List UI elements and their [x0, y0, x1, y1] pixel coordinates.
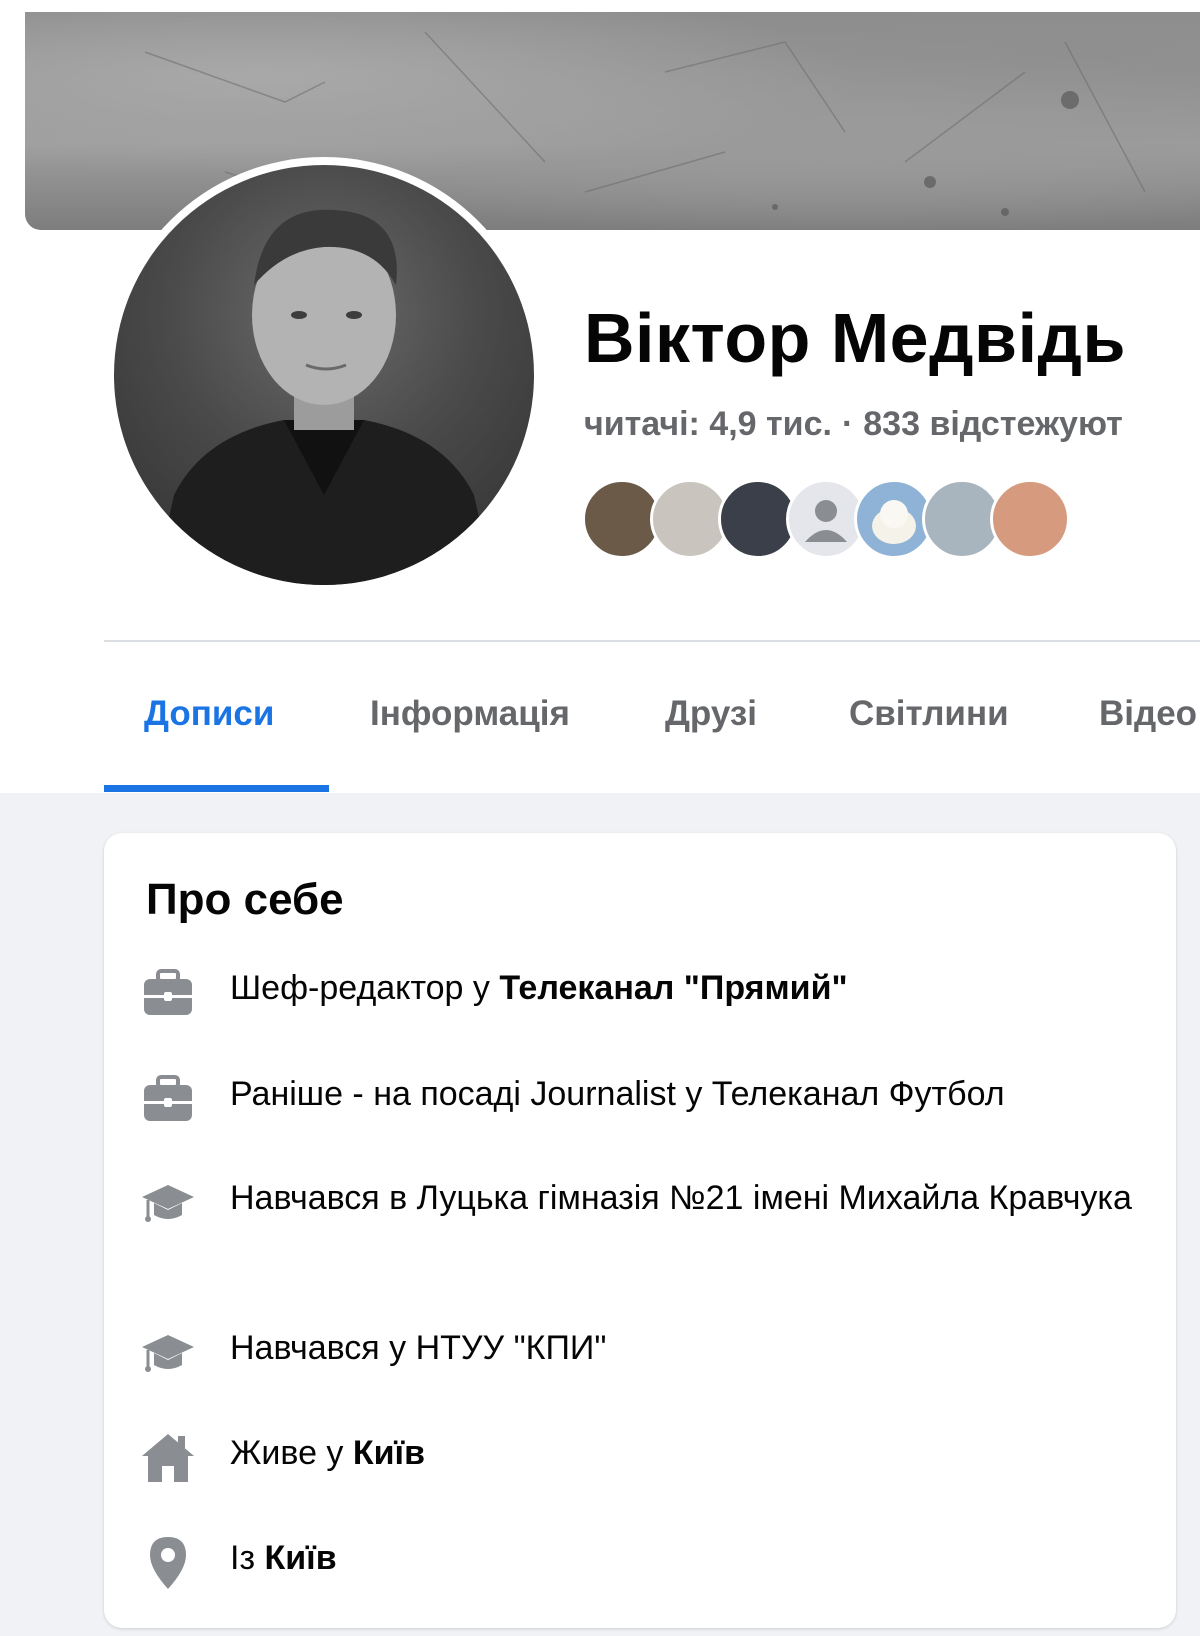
about-item-text: Раніше - на посаді Journalist у Телекана…	[230, 1075, 1005, 1113]
friends-avatars[interactable]	[582, 479, 1102, 561]
about-item-text: Із Київ	[230, 1539, 337, 1577]
briefcase-icon	[140, 965, 196, 1021]
separator-dot: ·	[841, 405, 854, 443]
current-city-link[interactable]: Київ	[353, 1434, 425, 1472]
profile-header: Віктор Медвідь читачі: 4,9 тис. · 833 відс…	[0, 0, 1200, 793]
home-icon	[140, 1430, 196, 1486]
tab-photos[interactable]: Світлини	[849, 694, 1009, 734]
header-divider	[104, 640, 1200, 642]
about-item-text: Шеф-редактор у Телеканал "Прямий"	[230, 969, 848, 1007]
tab-friends[interactable]: Друзі	[665, 694, 757, 734]
follow-stats: читачі: 4,9 тис. · 833 відстежуют	[584, 405, 1123, 444]
friend-avatar-7[interactable]	[990, 479, 1070, 559]
profile-name: Віктор Медвідь	[584, 299, 1126, 377]
tab-videos[interactable]: Відео	[1099, 694, 1197, 734]
tab-posts[interactable]: Дописи	[144, 694, 274, 734]
profile-picture[interactable]	[114, 165, 534, 585]
graduation-cap-icon	[140, 1175, 196, 1231]
tab-about[interactable]: Інформація	[370, 694, 570, 734]
workplace-link[interactable]: Телеканал "Прямий"	[499, 969, 847, 1007]
followers-count[interactable]: читачі: 4,9 тис.	[584, 405, 832, 443]
location-pin-icon	[140, 1535, 196, 1591]
active-tab-indicator	[104, 785, 329, 792]
hometown-link[interactable]: Київ	[264, 1539, 336, 1577]
graduation-cap-icon	[140, 1325, 196, 1381]
about-card: Про себе Шеф-редактор у Телеканал "Прями…	[104, 833, 1176, 1628]
about-item-text: Навчався у НТУУ "КПИ"	[230, 1329, 607, 1367]
profile-tabs: Дописи Інформація Друзі Світлини Відео	[104, 680, 1200, 793]
briefcase-icon	[140, 1071, 196, 1127]
about-item-text: Живе у Київ	[230, 1434, 425, 1472]
about-item-text: Навчався в Луцька гімназія №21 імені Мих…	[230, 1179, 1132, 1217]
about-title: Про себе	[146, 875, 344, 924]
following-count[interactable]: 833 відстежуют	[863, 405, 1123, 443]
